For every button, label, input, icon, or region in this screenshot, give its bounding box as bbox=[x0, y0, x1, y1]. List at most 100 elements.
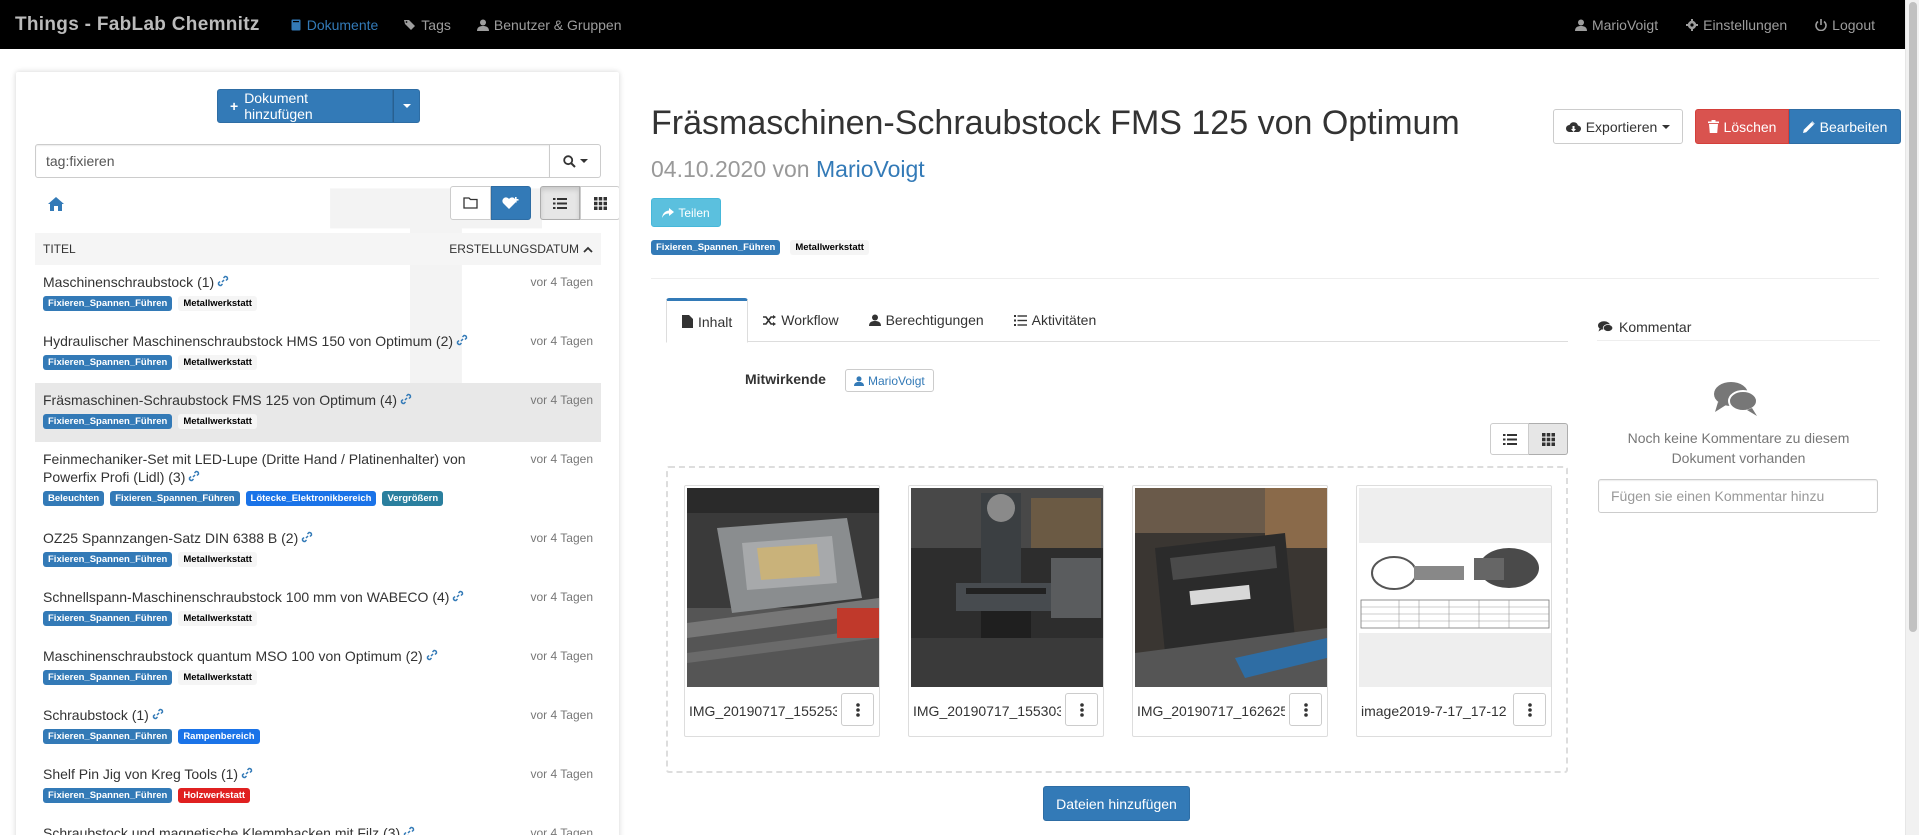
tag-badge[interactable]: Fixieren_Spannen_Führen bbox=[43, 552, 173, 567]
tag-badge[interactable]: Metallwerkstatt bbox=[178, 611, 257, 626]
tag-badge[interactable]: Fixieren_Spannen_Führen bbox=[43, 611, 173, 626]
tag-badge[interactable]: Metallwerkstatt bbox=[178, 670, 257, 685]
tag-badge[interactable]: Fixieren_Spannen_Führen bbox=[43, 296, 173, 311]
tag-badge[interactable]: Metallwerkstatt bbox=[178, 355, 257, 370]
document-list-item[interactable]: Hydraulischer Maschinenschraubstock HMS … bbox=[35, 324, 601, 383]
export-button[interactable]: Exportieren bbox=[1553, 109, 1683, 144]
tag-badge[interactable]: Fixieren_Spannen_Führen bbox=[43, 414, 173, 429]
grid-view-button[interactable] bbox=[580, 186, 619, 220]
document-list-item[interactable]: Shelf Pin Jig von Kreg Tools (1) vor 4 Ta… bbox=[35, 757, 601, 816]
link-icon[interactable] bbox=[217, 275, 229, 290]
tag-badge[interactable]: Vergrößern bbox=[382, 491, 444, 506]
link-icon[interactable] bbox=[301, 531, 313, 546]
file-menu-button[interactable] bbox=[1289, 693, 1322, 726]
tag-badge[interactable]: Metallwerkstatt bbox=[178, 552, 257, 567]
tab-workflow[interactable]: Workflow bbox=[748, 298, 853, 342]
file-menu-button[interactable] bbox=[1065, 693, 1098, 726]
tab-activities[interactable]: Aktivitäten bbox=[999, 298, 1112, 342]
tag-badge[interactable]: Rampenbereich bbox=[178, 729, 260, 744]
document-item-title[interactable]: Hydraulischer Maschinenschraubstock HMS … bbox=[43, 332, 593, 351]
link-icon[interactable] bbox=[426, 649, 438, 664]
nav-profile[interactable]: MarioVoigt bbox=[1574, 17, 1658, 33]
scrollbar-thumb[interactable] bbox=[1909, 2, 1917, 632]
file-thumbnail[interactable] bbox=[1359, 488, 1551, 687]
link-icon[interactable] bbox=[403, 826, 415, 835]
file-menu-button[interactable] bbox=[1513, 693, 1546, 726]
home-icon[interactable] bbox=[48, 197, 64, 211]
search-input[interactable] bbox=[35, 144, 550, 178]
document-list-item[interactable]: Maschinenschraubstock quantum MSO 100 vo… bbox=[35, 639, 601, 698]
tag-badge[interactable]: Fixieren_Spannen_Führen bbox=[110, 491, 240, 506]
contributor-badge[interactable]: MarioVoigt bbox=[845, 369, 934, 392]
file-card[interactable]: IMG_20190717_162625 bbox=[1132, 485, 1328, 737]
link-icon[interactable] bbox=[188, 470, 200, 485]
document-list-item[interactable]: Feinmechaniker-Set mit LED-Lupe (Dritte … bbox=[35, 442, 601, 521]
file-thumbnail[interactable] bbox=[911, 488, 1103, 687]
document-item-title[interactable]: Maschinenschraubstock quantum MSO 100 vo… bbox=[43, 647, 593, 666]
document-list-item[interactable]: Fräsmaschinen-Schraubstock FMS 125 von O… bbox=[35, 383, 601, 442]
add-files-button[interactable]: Dateien hinzufügen bbox=[1043, 786, 1190, 821]
tag-badge[interactable]: Holzwerkstatt bbox=[178, 788, 251, 803]
link-icon[interactable] bbox=[241, 767, 253, 782]
document-item-title[interactable]: Maschinenschraubstock (1) bbox=[43, 273, 593, 292]
document-list-item[interactable]: Maschinenschraubstock (1) vor 4 Tagen Fixi… bbox=[35, 265, 601, 324]
document-item-title[interactable]: Shelf Pin Jig von Kreg Tools (1) bbox=[43, 765, 593, 784]
file-drop-zone[interactable]: IMG_20190717_155253 IMG_20190717_155303 bbox=[666, 466, 1568, 773]
nav-tags[interactable]: Tags bbox=[404, 17, 451, 33]
tag-badge[interactable]: Lötecke_Elektronikbereich bbox=[245, 491, 377, 506]
tag-badge[interactable]: Metallwerkstatt bbox=[178, 296, 257, 311]
link-icon[interactable] bbox=[452, 590, 464, 605]
file-card[interactable]: image2019-7-17_17-12 bbox=[1356, 485, 1552, 737]
document-item-title[interactable]: Fräsmaschinen-Schraubstock FMS 125 von O… bbox=[43, 391, 593, 410]
column-date[interactable]: ERSTELLUNGSDATUM bbox=[449, 242, 593, 256]
page-scrollbar[interactable] bbox=[1905, 0, 1919, 835]
link-icon[interactable] bbox=[400, 393, 412, 408]
nav-documents[interactable]: Dokumente bbox=[290, 17, 378, 33]
favorites-button[interactable] bbox=[491, 186, 531, 220]
file-grid-view-button[interactable] bbox=[1529, 423, 1568, 455]
file-card[interactable]: IMG_20190717_155253 bbox=[684, 485, 880, 737]
document-author-link[interactable]: MarioVoigt bbox=[816, 156, 925, 182]
add-document-button[interactable]: + Dokument hinzufügen bbox=[217, 89, 393, 123]
search-options-button[interactable] bbox=[550, 144, 601, 178]
comment-input[interactable] bbox=[1598, 479, 1878, 513]
nav-settings[interactable]: Einstellungen bbox=[1686, 17, 1787, 33]
folder-view-button[interactable] bbox=[450, 186, 491, 220]
file-thumbnail[interactable] bbox=[687, 488, 879, 687]
tag-badge[interactable]: Fixieren_Spannen_Führen bbox=[43, 788, 173, 803]
document-item-title[interactable]: Feinmechaniker-Set mit LED-Lupe (Dritte … bbox=[43, 450, 593, 487]
list-view-button[interactable] bbox=[540, 186, 580, 220]
file-thumbnail[interactable] bbox=[1135, 488, 1327, 687]
tag-badge[interactable]: Metallwerkstatt bbox=[178, 414, 257, 429]
delete-button[interactable]: Löschen bbox=[1695, 109, 1789, 144]
tag-badge[interactable]: Fixieren_Spannen_Führen bbox=[43, 670, 173, 685]
document-item-title[interactable]: Schraubstock (1) bbox=[43, 706, 593, 725]
column-title[interactable]: TITEL bbox=[43, 242, 76, 256]
edit-button[interactable]: Bearbeiten bbox=[1789, 109, 1901, 144]
document-tag[interactable]: Metallwerkstatt bbox=[790, 240, 869, 255]
nav-logout[interactable]: Logout bbox=[1815, 17, 1875, 33]
power-icon bbox=[1815, 18, 1827, 31]
document-list-item[interactable]: Schraubstock und magnetische Klemmbacken… bbox=[35, 816, 601, 835]
tag-badge[interactable]: Beleuchten bbox=[43, 491, 105, 506]
document-list-item[interactable]: OZ25 Spannzangen-Satz DIN 6388 B (2) vor … bbox=[35, 521, 601, 580]
document-item-title[interactable]: Schnellspann-Maschinenschraubstock 100 m… bbox=[43, 588, 593, 607]
document-item-title[interactable]: Schraubstock und magnetische Klemmbacken… bbox=[43, 824, 593, 835]
document-list-item[interactable]: Schraubstock (1) vor 4 Tagen Fixieren_Span… bbox=[35, 698, 601, 757]
tab-permissions[interactable]: Berechtigungen bbox=[854, 298, 999, 342]
brand-title[interactable]: Things - FabLab Chemnitz bbox=[0, 14, 260, 36]
tab-content[interactable]: Inhalt bbox=[666, 298, 749, 343]
document-item-title[interactable]: OZ25 Spannzangen-Satz DIN 6388 B (2) bbox=[43, 529, 593, 548]
document-tag[interactable]: Fixieren_Spannen_Führen bbox=[651, 240, 781, 255]
link-icon[interactable] bbox=[456, 334, 468, 349]
tag-badge[interactable]: Fixieren_Spannen_Führen bbox=[43, 729, 173, 744]
document-list-item[interactable]: Schnellspann-Maschinenschraubstock 100 m… bbox=[35, 580, 601, 639]
link-icon[interactable] bbox=[152, 708, 164, 723]
file-menu-button[interactable] bbox=[841, 693, 874, 726]
file-list-view-button[interactable] bbox=[1490, 423, 1529, 455]
share-button[interactable]: Teilen bbox=[651, 198, 721, 227]
tag-badge[interactable]: Fixieren_Spannen_Führen bbox=[43, 355, 173, 370]
add-document-dropdown[interactable] bbox=[393, 89, 420, 123]
file-card[interactable]: IMG_20190717_155303 bbox=[908, 485, 1104, 737]
nav-users-groups[interactable]: Benutzer & Gruppen bbox=[476, 17, 622, 33]
